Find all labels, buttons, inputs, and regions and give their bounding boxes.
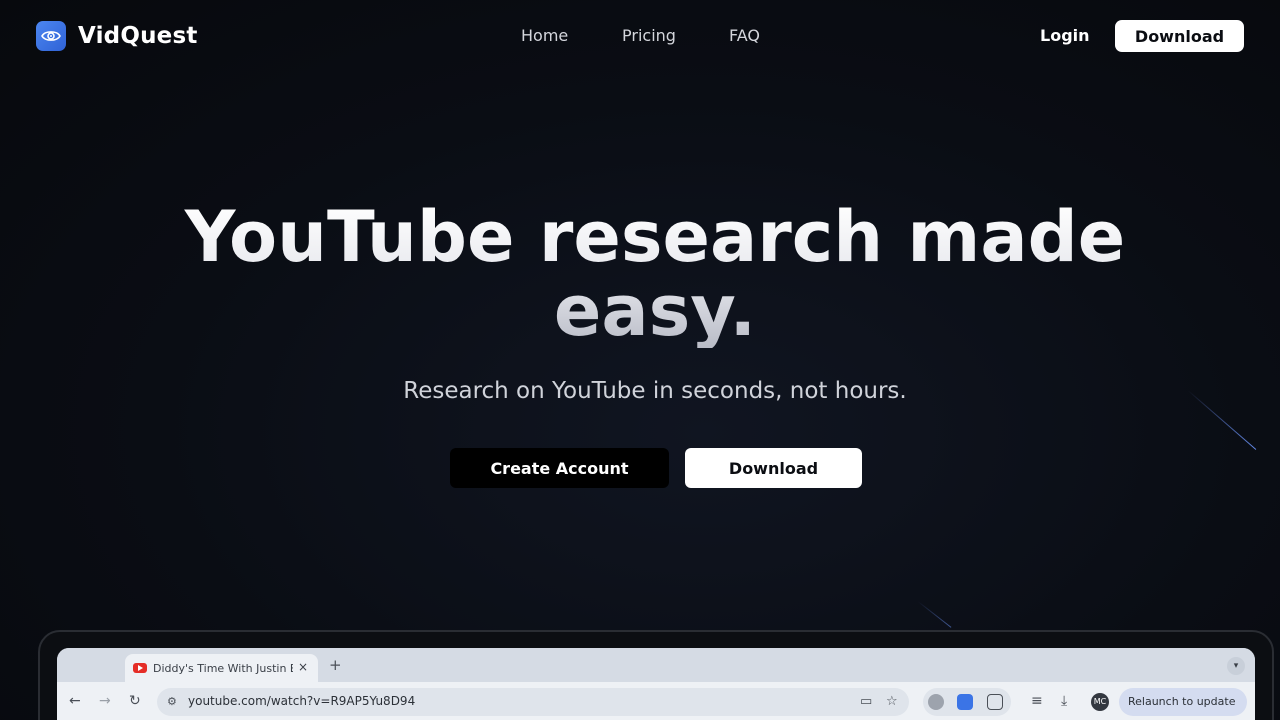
star-icon[interactable]: ☆ xyxy=(886,694,898,709)
avatar[interactable]: MC xyxy=(1091,693,1109,711)
nav-download-button[interactable]: Download xyxy=(1115,20,1244,52)
browser-tabstrip: Diddy's Time With Justin Bieber × + ▾ xyxy=(57,648,1255,682)
browser-mockup: Diddy's Time With Justin Bieber × + ▾ ← … xyxy=(57,648,1255,720)
reload-icon[interactable]: ↻ xyxy=(129,693,141,709)
url-text: youtube.com/watch?v=R9AP5Yu8D94 xyxy=(188,694,416,708)
extension-icon[interactable] xyxy=(957,694,973,710)
forward-arrow-icon[interactable]: → xyxy=(99,693,111,709)
browser-toolbar: ← → ↻ ⚙ youtube.com/watch?v=R9AP5Yu8D94 … xyxy=(57,682,1255,720)
login-link[interactable]: Login xyxy=(1040,26,1090,45)
light-streak-decoration xyxy=(1187,390,1257,450)
youtube-icon xyxy=(133,663,147,673)
browser-tab[interactable]: Diddy's Time With Justin Bieber × xyxy=(125,654,318,682)
extensions-group xyxy=(923,688,1011,716)
top-navbar: VidQuest Home Pricing FAQ Login Download xyxy=(0,0,1280,72)
cast-icon[interactable]: ▭ xyxy=(860,694,872,709)
chevron-down-icon[interactable]: ▾ xyxy=(1227,657,1245,675)
hero-download-button[interactable]: Download xyxy=(685,448,862,488)
close-icon[interactable]: × xyxy=(298,660,308,674)
eye-icon xyxy=(36,21,66,51)
nav-home-link[interactable]: Home xyxy=(521,26,568,45)
brand[interactable]: VidQuest xyxy=(36,21,198,51)
nav-pricing-link[interactable]: Pricing xyxy=(622,26,676,45)
tab-title: Diddy's Time With Justin Bieber xyxy=(153,661,293,675)
light-streak-decoration xyxy=(917,601,952,628)
new-tab-icon[interactable]: + xyxy=(329,656,342,674)
hero-subtitle: Research on YouTube in seconds, not hour… xyxy=(403,378,907,404)
address-bar[interactable]: ⚙ youtube.com/watch?v=R9AP5Yu8D94 ▭ ☆ xyxy=(157,688,909,716)
nav-faq-link[interactable]: FAQ xyxy=(729,26,760,45)
back-arrow-icon[interactable]: ← xyxy=(69,693,81,709)
download-icon[interactable]: ⤓ xyxy=(1061,693,1067,709)
puzzle-icon[interactable] xyxy=(987,694,1003,710)
relaunch-button[interactable]: Relaunch to update ⋮ xyxy=(1119,688,1247,716)
reading-list-icon[interactable]: ≡ xyxy=(1031,693,1043,709)
create-account-button[interactable]: Create Account xyxy=(450,448,669,488)
extension-icon[interactable] xyxy=(928,694,944,710)
brand-name: VidQuest xyxy=(78,23,198,49)
hero-title: YouTube research made easy. xyxy=(140,200,1170,348)
site-settings-icon[interactable]: ⚙ xyxy=(167,695,177,708)
